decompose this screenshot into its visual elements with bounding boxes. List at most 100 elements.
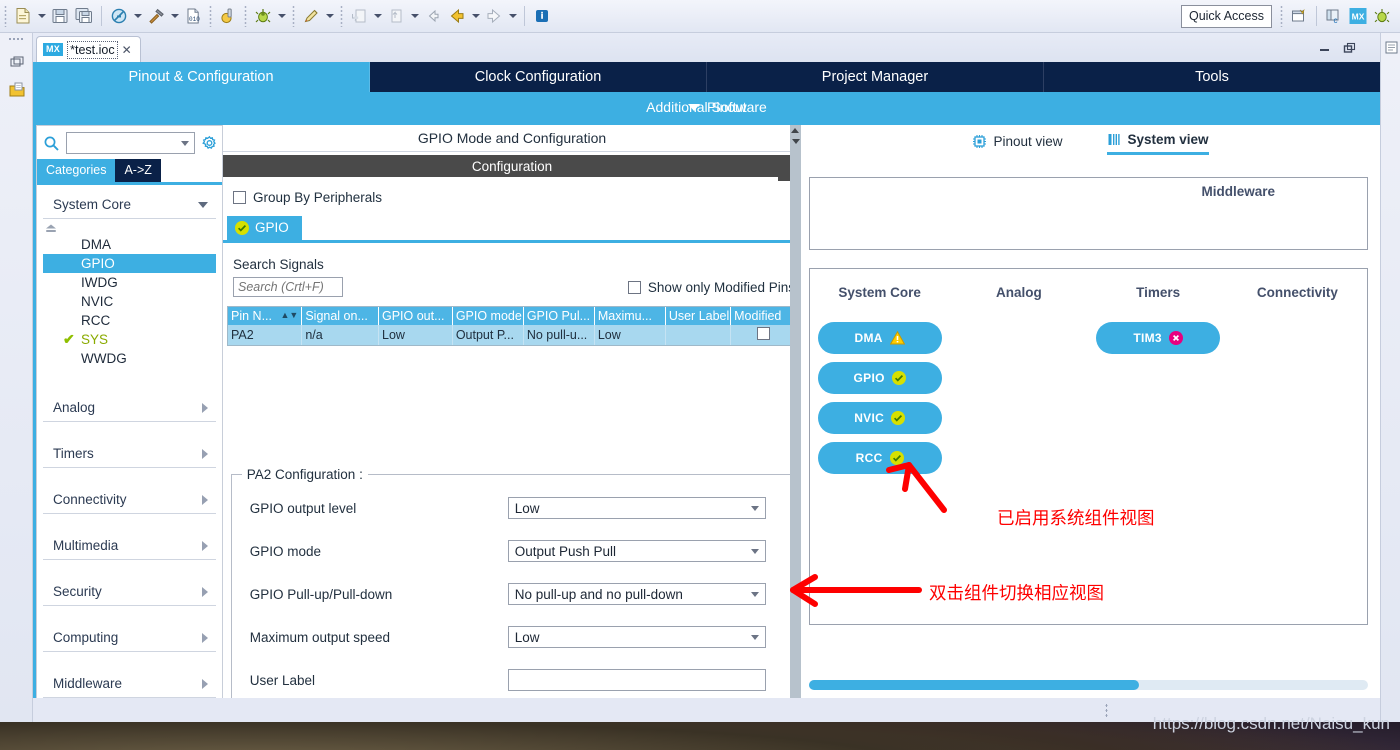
tab-gpio[interactable]: GPIO <box>227 216 302 240</box>
cell-user-label[interactable] <box>665 325 732 345</box>
restore-icon[interactable] <box>0 48 33 76</box>
toolbar-drag-handle[interactable] <box>208 5 213 27</box>
search-icon[interactable] <box>43 135 60 152</box>
scrollbar-thumb[interactable] <box>809 680 1139 690</box>
sidebar-item-iwdg[interactable]: IWDG <box>43 273 216 292</box>
system-view-horizontal-scrollbar[interactable] <box>809 680 1368 690</box>
editor-tab-test-ioc[interactable]: MX *test.ioc ✕ <box>36 36 141 62</box>
chip-nvic[interactable]: NVIC <box>817 402 942 434</box>
column-header-modified[interactable]: Modified <box>730 307 796 325</box>
info-icon[interactable] <box>530 4 554 28</box>
sidebar-item-sys[interactable]: ✔ SYS <box>43 330 216 349</box>
debug-perspective-icon[interactable] <box>1370 4 1394 28</box>
sidebar-item-gpio[interactable]: GPIO <box>43 254 216 273</box>
cell-pin-name[interactable]: PA2 <box>228 325 303 345</box>
cell-gpio-output[interactable]: Low <box>378 325 453 345</box>
tab-categories[interactable]: Categories <box>37 159 116 182</box>
tab-a-to-z[interactable]: A->Z <box>115 159 161 182</box>
chip-gpio[interactable]: GPIO <box>817 362 942 394</box>
cell-modified[interactable] <box>730 325 796 345</box>
tab-pinout-configuration[interactable]: Pinout & Configuration <box>33 62 370 92</box>
no-build-icon[interactable] <box>107 4 131 28</box>
build-hammer-icon[interactable] <box>144 4 168 28</box>
gpio-output-level-select[interactable]: Low <box>507 497 767 520</box>
category-header-connectivity[interactable]: Connectivity <box>43 488 216 514</box>
sidebar-item-nvic[interactable]: NVIC <box>43 292 216 311</box>
new-file-icon[interactable] <box>11 4 35 28</box>
cell-gpio-pull[interactable]: No pull-u... <box>523 325 595 345</box>
column-header-pin-name[interactable]: Pin N... ▲▼ <box>228 307 303 325</box>
tab-pinout-view[interactable]: Pinout view <box>972 132 1063 155</box>
c-perspective-icon[interactable]: c <box>1322 4 1346 28</box>
sidebar-item-wwdg[interactable]: WWDG <box>43 349 216 368</box>
modified-checkbox[interactable] <box>757 327 771 340</box>
mx-perspective-icon[interactable]: MX <box>1346 4 1370 28</box>
debug-configure-icon[interactable] <box>216 4 240 28</box>
tab-system-view[interactable]: System view <box>1106 132 1209 155</box>
chip-dma[interactable]: DMA <box>817 322 942 354</box>
toolbar-drag-handle[interactable] <box>3 5 8 27</box>
chip-rcc[interactable]: RCC <box>817 442 942 474</box>
save-all-icon[interactable] <box>72 4 96 28</box>
tab-tools[interactable]: Tools <box>1044 62 1380 92</box>
status-bar-handle[interactable] <box>1105 703 1110 717</box>
pinout-toggle-button[interactable]: Pinout <box>688 99 747 115</box>
toolbar-drag-handle[interactable] <box>339 5 344 27</box>
outline-icon[interactable] <box>1381 33 1400 61</box>
column-header-gpio-pull[interactable]: GPIO Pul... <box>523 307 595 325</box>
import-icon[interactable] <box>347 4 371 28</box>
chevron-down-icon[interactable] <box>181 140 189 146</box>
rail-drag-handle[interactable] <box>7 37 25 42</box>
save-icon[interactable] <box>48 4 72 28</box>
toolbar-drag-handle[interactable] <box>243 5 248 27</box>
show-only-modified-pins-row[interactable]: Show only Modified Pins <box>627 280 795 295</box>
forward-dropdown-arrow[interactable] <box>506 4 519 28</box>
maximum-output-speed-select[interactable]: Low <box>507 626 767 649</box>
category-header-computing[interactable]: Computing <box>43 626 216 652</box>
tab-clock-configuration[interactable]: Clock Configuration <box>370 62 707 92</box>
cell-maximum[interactable]: Low <box>594 325 666 345</box>
build-dropdown-arrow[interactable] <box>168 4 181 28</box>
column-header-gpio-mode[interactable]: GPIO mode <box>452 307 524 325</box>
maximize-icon[interactable] <box>1343 42 1356 55</box>
group-by-peripherals-row[interactable]: Group By Peripherals <box>223 177 801 205</box>
open-perspective-icon[interactable] <box>1287 4 1311 28</box>
scroll-up-spinner[interactable] <box>43 219 216 235</box>
sidebar-item-dma[interactable]: DMA <box>43 235 216 254</box>
scroll-up-arrow[interactable] <box>790 125 801 136</box>
debug-dropdown-arrow[interactable] <box>275 4 288 28</box>
forward-arrow-icon[interactable] <box>482 4 506 28</box>
sidebar-item-rcc[interactable]: RCC <box>43 311 216 330</box>
category-header-multimedia[interactable]: Multimedia <box>43 534 216 560</box>
gpio-pull-select[interactable]: No pull-up and no pull-down <box>507 583 767 606</box>
scroll-down-arrow[interactable] <box>790 136 801 147</box>
new-file-dropdown-arrow[interactable] <box>35 4 48 28</box>
gpio-mode-select[interactable]: Output Push Pull <box>507 540 767 563</box>
debug-bug-icon[interactable] <box>251 4 275 28</box>
no-build-dropdown-arrow[interactable] <box>131 4 144 28</box>
user-label-input[interactable] <box>507 669 767 692</box>
search-signals-input[interactable] <box>233 277 343 297</box>
column-header-maximum[interactable]: Maximu... <box>594 307 666 325</box>
minimize-icon[interactable] <box>1318 42 1331 55</box>
export-dropdown-arrow[interactable] <box>408 4 421 28</box>
toolbar-drag-handle[interactable] <box>291 5 296 27</box>
table-row[interactable]: PA2 n/a Low Output P... No pull-u... Low <box>228 325 796 345</box>
cell-signal-on[interactable]: n/a <box>301 325 379 345</box>
category-header-middleware[interactable]: Middleware <box>43 672 216 698</box>
close-icon[interactable]: ✕ <box>122 43 132 57</box>
group-by-peripherals-checkbox[interactable] <box>233 191 246 204</box>
pencil-dropdown-arrow[interactable] <box>323 4 336 28</box>
column-header-signal-on[interactable]: Signal on... <box>301 307 379 325</box>
sort-indicator-icon[interactable]: ▲▼ <box>281 309 299 322</box>
category-header-analog[interactable]: Analog <box>43 396 216 422</box>
pencil-run-icon[interactable] <box>299 4 323 28</box>
back-small-icon[interactable] <box>421 4 445 28</box>
category-header-system-core[interactable]: System Core <box>43 193 216 219</box>
project-explorer-icon[interactable] <box>0 76 33 104</box>
back-dropdown-arrow[interactable] <box>469 4 482 28</box>
category-header-security[interactable]: Security <box>43 580 216 606</box>
tab-project-manager[interactable]: Project Manager <box>707 62 1044 92</box>
column-header-user-label[interactable]: User Label <box>665 307 732 325</box>
column-header-gpio-output[interactable]: GPIO out... <box>378 307 453 325</box>
